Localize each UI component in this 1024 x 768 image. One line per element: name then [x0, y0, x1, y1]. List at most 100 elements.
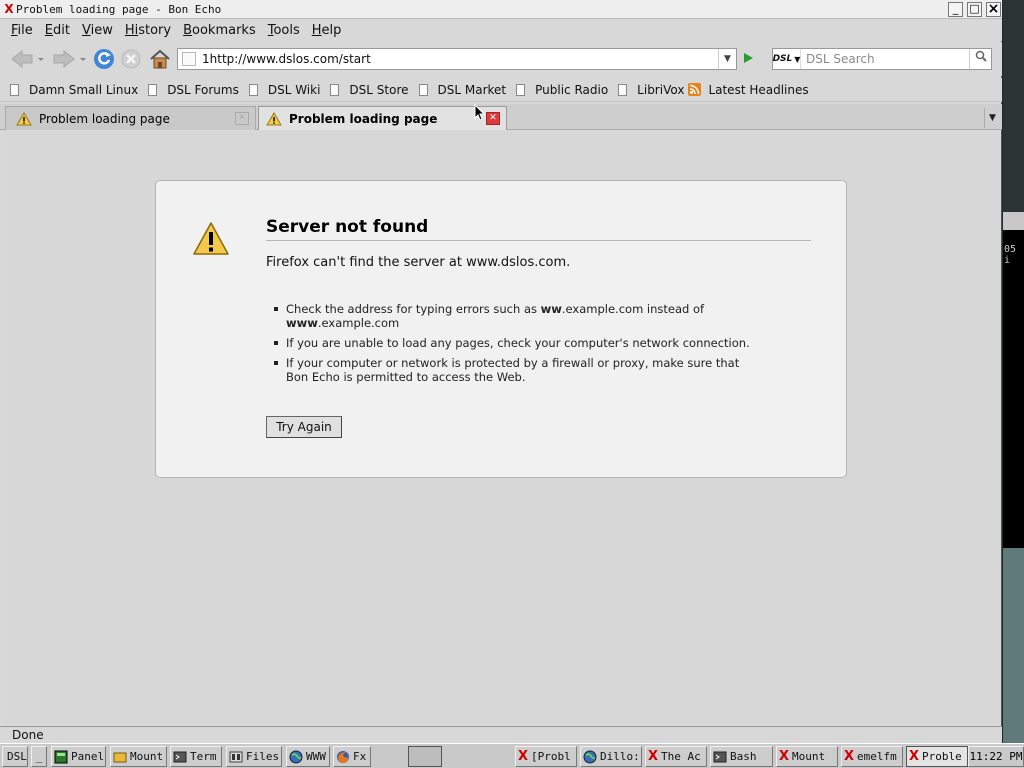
page-icon: [418, 83, 428, 96]
status-text: Done: [12, 728, 44, 742]
task-mount[interactable]: X Mount: [776, 746, 838, 767]
search-engine-selector[interactable]: DSL ▼: [773, 49, 801, 69]
bookmark-dsl-store[interactable]: DSL Store: [330, 82, 409, 97]
launcher-firefox[interactable]: Fx: [333, 746, 371, 767]
url-bar[interactable]: 1http://www.dslos.com/start ▼: [177, 48, 737, 70]
search-box[interactable]: DSL ▼ DSL Search: [772, 48, 992, 70]
x-window-icon: X: [844, 749, 855, 764]
stop-icon: [121, 49, 141, 69]
bookmark-label: Latest Headlines: [708, 82, 809, 97]
back-arrow-icon: [11, 49, 44, 69]
bookmark-dsl-wiki[interactable]: DSL Wiki: [248, 82, 321, 97]
title-bar[interactable]: X Problem loading page - Bon Echo _ □ ×: [0, 0, 1002, 19]
url-text[interactable]: 1http://www.dslos.com/start: [202, 52, 718, 66]
firefox-icon: [337, 750, 349, 763]
launcher-www[interactable]: WWW: [286, 746, 330, 767]
tab-label: Problem loading page: [39, 111, 170, 126]
taskbar: DSL _ Panel Mount Term Files WWW Fx X [Pr…: [0, 743, 1024, 768]
close-tab-icon[interactable]: ✕: [486, 112, 500, 125]
minimize-button[interactable]: _: [948, 2, 963, 17]
start-button[interactable]: DSL: [2, 746, 28, 767]
task-label: The Ac: [661, 750, 701, 763]
forward-arrow-icon: [53, 49, 86, 69]
terminal-icon: [713, 751, 727, 762]
background-windows: 05 i: [1003, 0, 1024, 743]
mouse-cursor-icon: [474, 104, 486, 121]
task-dillo[interactable]: Dillo:: [580, 746, 642, 767]
error-panel: Server not found Firefox can't find the …: [155, 180, 847, 478]
task-problem-loading-active[interactable]: X Proble: [906, 746, 968, 767]
bookmark-label: DSL Store: [349, 82, 409, 97]
desktop-background: [1003, 548, 1024, 743]
x-window-icon: X: [779, 749, 790, 764]
task-the-ac[interactable]: X The Ac: [645, 746, 707, 767]
launcher-label: Mount: [130, 750, 164, 763]
pager-desktop[interactable]: [408, 746, 442, 767]
close-tab-icon[interactable]: ✕: [235, 112, 249, 125]
menu-help[interactable]: Help: [312, 23, 342, 38]
menu-file[interactable]: File: [11, 23, 33, 38]
tab-label: Problem loading page: [289, 111, 438, 126]
search-input[interactable]: DSL Search: [801, 52, 969, 66]
tab-problem-loading-2[interactable]: Problem loading page ✕: [258, 106, 507, 130]
forward-button[interactable]: [48, 48, 88, 70]
launcher-term[interactable]: Term: [170, 746, 222, 767]
close-window-button[interactable]: ×: [986, 2, 1001, 17]
task-label: emelfm: [857, 750, 897, 763]
menu-history[interactable]: History: [125, 23, 171, 38]
reload-button[interactable]: [92, 48, 116, 70]
page-icon: [148, 83, 158, 96]
x-window-icon: X: [4, 2, 14, 16]
bookmark-dsl-market[interactable]: DSL Market: [418, 83, 506, 97]
drive-icon: [113, 752, 127, 762]
search-icon[interactable]: [969, 49, 991, 69]
task-bash[interactable]: Bash: [710, 746, 773, 767]
launcher-files[interactable]: Files: [226, 746, 282, 767]
launcher-mount[interactable]: Mount: [110, 746, 167, 767]
url-history-dropdown[interactable]: ▼: [718, 49, 736, 69]
bookmark-damn-small-linux[interactable]: Damn Small Linux: [10, 83, 138, 97]
status-bar: Done: [0, 726, 1002, 743]
task-label: [Probl: [531, 750, 571, 763]
bookmark-public-radio[interactable]: Public Radio: [516, 83, 608, 97]
error-description: Firefox can't find the server at www.dsl…: [266, 255, 571, 270]
menu-view[interactable]: View: [82, 23, 113, 38]
bookmark-dsl-forums[interactable]: DSL Forums: [148, 83, 239, 97]
page-icon: [618, 83, 628, 96]
background-terminal: 05 i: [1003, 230, 1024, 548]
launcher-label: Files: [246, 750, 280, 763]
menu-edit[interactable]: Edit: [45, 23, 70, 38]
warning-icon: [266, 111, 282, 125]
bookmark-label: Public Radio: [535, 82, 609, 97]
task-problem-loading[interactable]: X [Probl: [515, 746, 577, 767]
go-arrow-icon: [744, 53, 753, 63]
tab-problem-loading-1[interactable]: Problem loading page ✕: [5, 106, 256, 130]
menu-bookmarks[interactable]: Bookmarks: [183, 23, 256, 38]
warning-icon: [16, 111, 32, 125]
bookmark-librivox[interactable]: LibriVox: [618, 83, 684, 97]
launcher-panel[interactable]: Panel: [51, 746, 106, 767]
list-item: If you are unable to load any pages, che…: [274, 336, 754, 350]
x-window-icon: X: [648, 749, 659, 764]
rss-feed-icon: [688, 83, 702, 96]
files-icon: [229, 751, 243, 762]
task-label: Proble: [922, 750, 962, 763]
bookmark-latest-headlines[interactable]: Latest Headlines: [688, 82, 809, 97]
stop-button[interactable]: [120, 48, 142, 70]
maximize-button[interactable]: □: [967, 2, 982, 17]
show-desktop-button[interactable]: _: [31, 746, 47, 767]
page-icon: [330, 83, 340, 96]
page-icon: [248, 83, 258, 96]
tab-list-dropdown[interactable]: ▼: [984, 108, 1000, 128]
menu-tools[interactable]: Tools: [268, 23, 300, 38]
try-again-button[interactable]: Try Again: [266, 416, 342, 438]
bookmark-label: DSL Wiki: [267, 82, 321, 97]
go-button[interactable]: [741, 51, 755, 69]
menu-bar: File Edit View History Bookmarks Tools H…: [0, 19, 1002, 41]
task-emelfm[interactable]: Xemelfm: [841, 746, 903, 767]
home-button[interactable]: [148, 48, 172, 70]
clock: 11:22 PM: [968, 746, 1024, 767]
launcher-label: Fx: [353, 750, 367, 763]
bookmark-label: DSL Forums: [167, 82, 239, 97]
back-button[interactable]: [6, 48, 46, 70]
